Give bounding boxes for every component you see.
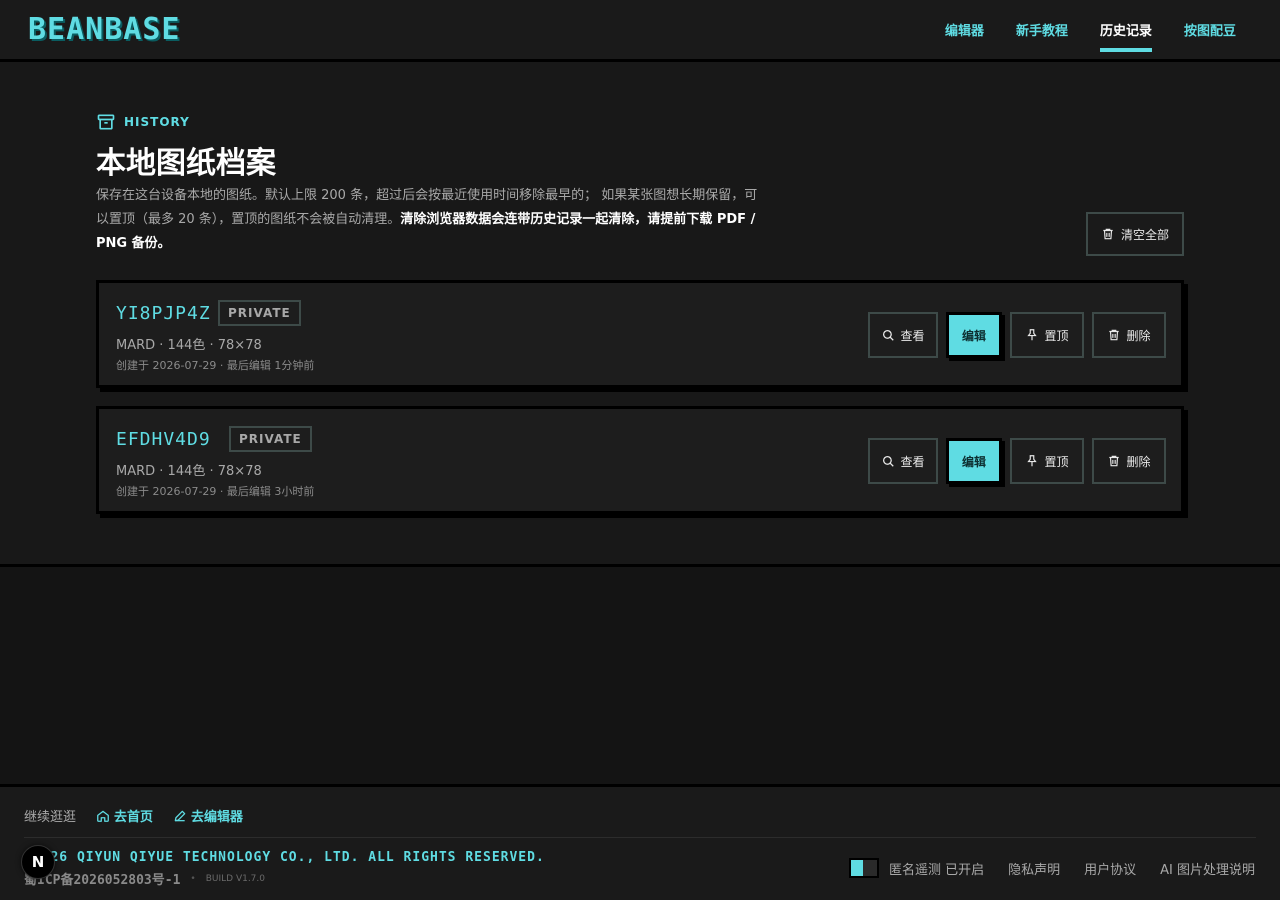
home-icon bbox=[97, 810, 109, 822]
pencil-icon bbox=[174, 810, 186, 821]
privacy-link[interactable]: 隐私声明 bbox=[1008, 859, 1060, 878]
telemetry-label: 匿名遥测 已开启 bbox=[888, 862, 985, 878]
nav-item-match-beads[interactable]: 按图配豆 bbox=[1168, 0, 1252, 61]
delete-label: 删除 bbox=[1126, 454, 1151, 469]
record-actions: 查看 编辑 置顶 删除 bbox=[868, 312, 1166, 358]
separator-dot: • bbox=[190, 873, 196, 884]
copyright-text: ©2026 QIYUN QIYUE TECHNOLOGY CO., LTD. A… bbox=[24, 850, 545, 865]
build-version: BUILD V1.7.0 bbox=[205, 873, 265, 884]
site-footer: 继续逛逛 去首页 去编辑器 ©2026 QIYUN QIYUE TECHNOLO… bbox=[0, 784, 1280, 900]
trash-icon bbox=[1109, 455, 1120, 467]
pin-icon bbox=[1027, 329, 1038, 341]
kicker-label: HISTORY bbox=[124, 115, 190, 129]
continue-label: 继续逛逛 bbox=[24, 810, 77, 825]
record-id[interactable]: YI8PJP4Z bbox=[116, 303, 211, 324]
editor-link[interactable]: 去编辑器 bbox=[173, 806, 243, 825]
record-time: 创建于 2026-07-29 · 最后编辑 3小时前 bbox=[116, 485, 315, 498]
pin-button[interactable]: 置顶 bbox=[1010, 312, 1084, 358]
view-label: 查看 bbox=[900, 454, 925, 469]
editor-link-label: 去编辑器 bbox=[191, 810, 244, 825]
pin-icon bbox=[1027, 455, 1038, 467]
delete-button[interactable]: 删除 bbox=[1092, 438, 1166, 484]
page-title: 本地图纸档案 bbox=[96, 146, 276, 181]
clear-all-label: 清空全部 bbox=[1120, 227, 1169, 242]
nav-item-history[interactable]: 历史记录 bbox=[1084, 0, 1168, 61]
history-main: HISTORY 本地图纸档案 保存在这台设备本地的图纸。默认上限 200 条，超… bbox=[0, 62, 1280, 567]
private-badge: PRIVATE bbox=[229, 426, 312, 452]
delete-button[interactable]: 删除 bbox=[1092, 312, 1166, 358]
app-logo[interactable]: BEANBASE bbox=[28, 12, 181, 47]
search-icon bbox=[883, 329, 895, 341]
nav-item-editor[interactable]: 编辑器 bbox=[929, 0, 1000, 61]
pin-label: 置顶 bbox=[1044, 328, 1069, 343]
clear-all-button[interactable]: 清空全部 bbox=[1086, 212, 1184, 256]
home-link[interactable]: 去首页 bbox=[96, 806, 153, 825]
top-header: BEANBASE 编辑器 新手教程 历史记录 按图配豆 bbox=[0, 0, 1280, 62]
record-id[interactable]: EFDHV4D9 bbox=[116, 429, 211, 450]
history-card: YI8PJP4Z PRIVATE MARD · 144色 · 78×78 创建于… bbox=[96, 280, 1184, 388]
view-button[interactable]: 查看 bbox=[868, 438, 938, 484]
nextjs-dev-badge[interactable]: N bbox=[21, 845, 55, 879]
edit-button[interactable]: 编辑 bbox=[946, 312, 1002, 358]
terms-link[interactable]: 用户协议 bbox=[1084, 859, 1136, 878]
toggle-knob bbox=[850, 860, 863, 876]
pin-label: 置顶 bbox=[1044, 454, 1069, 469]
home-link-label: 去首页 bbox=[114, 810, 154, 825]
record-meta: MARD · 144色 · 78×78 bbox=[116, 338, 262, 353]
ai-notice-link[interactable]: AI 图片处理说明 bbox=[1160, 859, 1255, 878]
footer-nav: 继续逛逛 去首页 去编辑器 bbox=[24, 806, 243, 825]
history-card: EFDHV4D9 PRIVATE MARD · 144色 · 78×78 创建于… bbox=[96, 406, 1184, 514]
record-time: 创建于 2026-07-29 · 最后编辑 1分钟前 bbox=[116, 359, 315, 372]
record-actions: 查看 编辑 置顶 删除 bbox=[868, 438, 1166, 484]
record-meta: MARD · 144色 · 78×78 bbox=[116, 464, 262, 479]
footer-legal: 匿名遥测 已开启 隐私声明 用户协议 AI 图片处理说明 bbox=[848, 858, 1255, 878]
page-description: 保存在这台设备本地的图纸。默认上限 200 条，超过后会按最近使用时间移除最早的… bbox=[96, 184, 766, 256]
view-label: 查看 bbox=[900, 328, 925, 343]
delete-label: 删除 bbox=[1126, 328, 1151, 343]
search-icon bbox=[883, 455, 895, 467]
view-button[interactable]: 查看 bbox=[868, 312, 938, 358]
section-kicker: HISTORY bbox=[96, 112, 190, 132]
icp-line: 蜀ICP备2026052803号-1 • BUILD V1.7.0 bbox=[24, 869, 265, 888]
trash-icon bbox=[1109, 329, 1120, 341]
trash-icon bbox=[1103, 228, 1113, 240]
telemetry-toggle[interactable] bbox=[848, 858, 879, 878]
telemetry-toggle-group[interactable]: 匿名遥测 已开启 bbox=[848, 858, 985, 878]
private-badge: PRIVATE bbox=[218, 300, 301, 326]
pin-button[interactable]: 置顶 bbox=[1010, 438, 1084, 484]
archive-icon bbox=[97, 114, 115, 130]
edit-button[interactable]: 编辑 bbox=[946, 438, 1002, 484]
nav-item-tutorial[interactable]: 新手教程 bbox=[1000, 0, 1084, 61]
main-nav: 编辑器 新手教程 历史记录 按图配豆 bbox=[929, 0, 1252, 61]
footer-divider bbox=[24, 837, 1256, 838]
